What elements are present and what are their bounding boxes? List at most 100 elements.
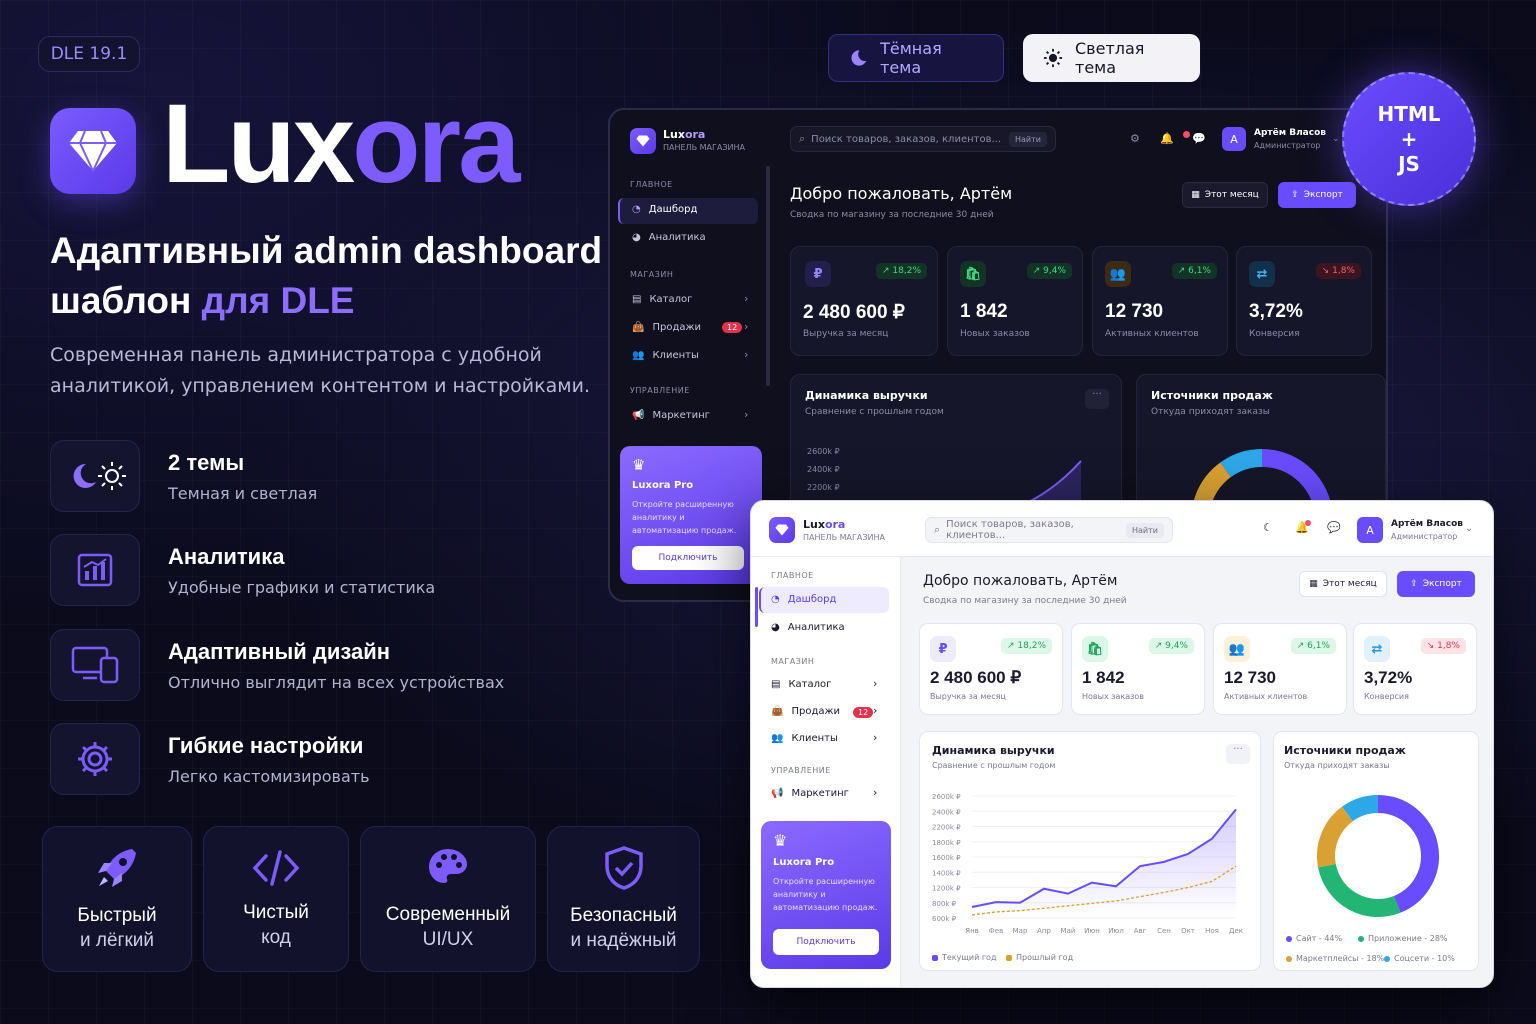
headline-line1: Адаптивный admin dashboard — [50, 230, 603, 271]
legend-app: Приложение - 28% — [1358, 934, 1448, 943]
line-chart: 2600k ₽ 2400k ₽ 2200k ₽ 1800k ₽ 1600k ₽ 1400k… — [932, 793, 1243, 935]
connect-button[interactable]: Подключить — [773, 929, 879, 955]
search-button[interactable]: Найти — [1126, 522, 1164, 538]
chevron-right-icon: › — [744, 408, 749, 421]
search-placeholder: Поиск товаров, заказов, клиентов... — [946, 519, 1074, 541]
section-shop: МАГАЗИН — [771, 657, 815, 666]
card-label: Быстрый и лёгкий — [77, 903, 156, 953]
bag-icon: 🛍 — [1082, 636, 1108, 662]
sidebar-item-sales[interactable]: 👜 Продажи — [771, 706, 840, 717]
export-button[interactable]: ⇪ Экспорт — [1278, 182, 1356, 208]
search-button[interactable]: Найти — [1009, 131, 1047, 147]
pie-icon: ◕ — [632, 232, 641, 243]
donut-slice-Приложение — [1318, 863, 1401, 917]
stat-value: 2 480 600 ₽ — [930, 668, 1022, 687]
nav-label: Аналитика — [648, 232, 706, 243]
avatar[interactable]: A — [1357, 517, 1383, 543]
chat-icon[interactable]: 💬 — [1327, 521, 1341, 534]
stat-label: Новых заказов — [1082, 692, 1144, 701]
sidebar-item-catalog[interactable]: ▤ Каталог — [632, 294, 692, 305]
sun-icon — [1043, 48, 1063, 68]
connect-button[interactable]: Подключить — [632, 546, 744, 570]
badge-line1: HTML — [1377, 101, 1441, 126]
chevron-down-icon[interactable]: ⌄ — [1465, 523, 1473, 534]
card-line2: и лёгкий — [79, 930, 154, 951]
search-input[interactable]: ⌕ Поиск товаров, заказов, клиентов... На… — [790, 126, 1056, 152]
x-tick-label: Мар — [1013, 927, 1028, 935]
x-tick-label: Апр — [1037, 927, 1051, 935]
version-badge: DLE 19.1 — [38, 36, 140, 72]
pro-title: Luxora Pro — [632, 480, 694, 491]
avatar[interactable]: A — [1222, 127, 1246, 151]
feature-title: Гибкие настройки — [168, 732, 364, 758]
dark-theme-button[interactable]: Тёмная тема — [828, 34, 1004, 82]
feature-analytics: Аналитика Удобные графики и статистика — [50, 534, 435, 606]
brand-part2: ora — [352, 81, 520, 206]
chat-icon[interactable]: 💬 — [1192, 132, 1206, 145]
nav-label: Аналитика — [787, 622, 845, 633]
catalog-icon: ▤ — [771, 679, 781, 690]
y-tick-label: 1200k ₽ — [932, 885, 961, 893]
period-button[interactable]: ▦ Этот месяц — [1299, 571, 1387, 597]
feature-themes: 2 темы Темная и светлая — [50, 440, 317, 512]
users-icon: 👥 — [1224, 636, 1250, 662]
export-button[interactable]: ⇪ Экспорт — [1397, 571, 1475, 597]
scrollbar[interactable] — [755, 587, 758, 627]
chart-icon — [50, 534, 140, 606]
search-input[interactable]: ⌕ Поиск товаров, заказов, клиентов... На… — [925, 517, 1173, 543]
stat-value: 1 842 — [1082, 668, 1125, 687]
nav-label: Продажи — [791, 706, 840, 717]
legend-current: Текущий год — [932, 953, 996, 962]
welcome-subtitle: Сводка по магазину за последние 30 дней — [790, 210, 994, 220]
catalog-icon: ▤ — [632, 294, 642, 305]
card-line1: Чистый — [243, 902, 309, 923]
dash-brand: Luxora — [803, 518, 845, 531]
dash-brand-part1: Lux — [663, 128, 685, 141]
legend-swatch — [1384, 955, 1390, 962]
scrollbar[interactable] — [766, 166, 770, 386]
brand-part1: Lux — [162, 81, 355, 206]
dash-subtitle: ПАНЕЛЬ МАГАЗИНА — [803, 533, 885, 542]
diamond-icon — [775, 524, 789, 536]
headline: Адаптивный admin dashboard шаблон для DL… — [50, 226, 602, 326]
sidebar-item-marketing[interactable]: 📢 Маркетинг — [771, 788, 849, 799]
period-button[interactable]: ▦ Этот месяц — [1182, 182, 1268, 208]
donut-slice-Соцсети — [1342, 795, 1379, 822]
dash-brand: Luxora — [663, 128, 705, 141]
card-line2: и надёжный — [570, 930, 677, 951]
sidebar-item-clients[interactable]: 👥 Клиенты — [771, 733, 838, 744]
shield-icon — [604, 846, 643, 890]
light-theme-button[interactable]: Светлая тема — [1023, 34, 1200, 82]
sidebar-item-sales[interactable]: 👜 Продажи — [632, 322, 701, 333]
badge-line2: + — [1400, 126, 1418, 151]
sidebar-item-analytics[interactable]: ◕ Аналитика — [632, 232, 706, 243]
dash-brand-part2: ora — [684, 128, 706, 141]
card-label: Современный UI/UX — [386, 902, 510, 952]
sidebar-item-analytics[interactable]: ◕ Аналитика — [771, 622, 845, 633]
notification-dot — [1305, 520, 1311, 526]
legend-label: Прошлый год — [1016, 953, 1074, 962]
legend-swatch — [1286, 935, 1292, 942]
settings-icon[interactable]: ⚙ — [1130, 132, 1140, 145]
feature-subtitle: Отлично выглядит на всех устройствах — [168, 672, 505, 692]
export-icon: ⇪ — [1410, 579, 1418, 589]
card-label: Безопасный и надёжный — [570, 903, 677, 953]
user-role: Администратор — [1254, 141, 1321, 150]
chevron-right-icon: › — [744, 320, 749, 333]
sidebar-item-marketing[interactable]: 📢 Маркетинг — [632, 410, 710, 421]
sidebar-item-catalog[interactable]: ▤ Каталог — [771, 679, 831, 690]
rocket-icon — [98, 849, 136, 887]
moon-icon[interactable]: ☾ — [1263, 521, 1273, 534]
pro-card: ♛ Luxora Pro Откройте расширенную аналит… — [761, 821, 891, 969]
pro-text: Откройте расширенную аналитику и автомат… — [773, 877, 878, 912]
user-role: Администратор — [1391, 532, 1458, 541]
sidebar-item-clients[interactable]: 👥 Клиенты — [632, 350, 699, 361]
legend-label: Приложение - 28% — [1368, 934, 1448, 943]
bell-icon[interactable]: 🔔 — [1160, 132, 1174, 145]
x-tick-label: Дек — [1229, 927, 1243, 935]
x-tick-label: Окт — [1181, 927, 1195, 935]
chevron-right-icon: › — [744, 348, 749, 361]
legend-marketplaces: Маркетплейсы - 18% — [1286, 954, 1384, 963]
chevron-down-icon[interactable]: ⌄ — [1332, 134, 1340, 144]
nav-label: Маркетинг — [791, 788, 849, 799]
